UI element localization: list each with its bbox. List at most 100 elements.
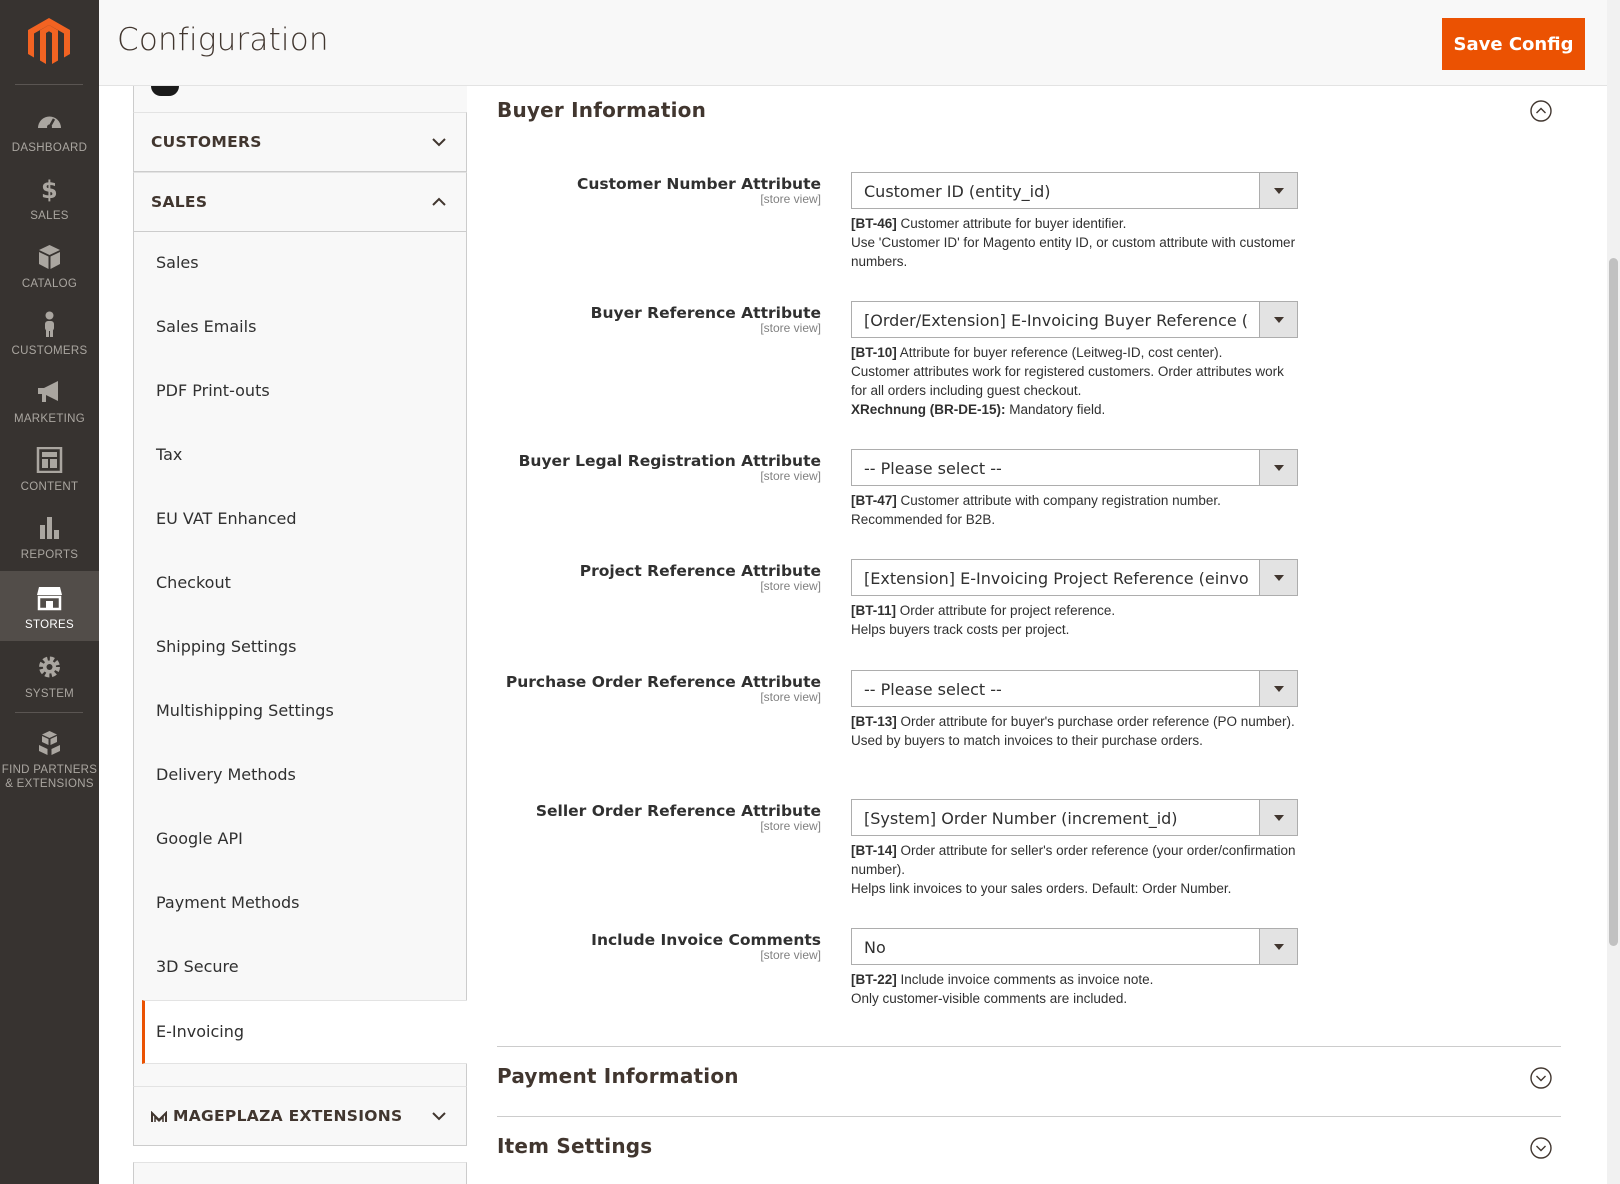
- nav-label: CUSTOMERS: [11, 345, 88, 357]
- dropdown-arrow-icon: [1259, 173, 1297, 208]
- field-note: [BT-22] Include invoice comments as invo…: [851, 970, 1298, 1008]
- tab-group-customers[interactable]: CUSTOMERS: [133, 112, 467, 172]
- note-text: Helps buyers track costs per project.: [851, 622, 1070, 637]
- note-code: [BT-13]: [851, 714, 897, 729]
- buyer-reference-attribute-select[interactable]: [Order/Extension] E-Invoicing Buyer Refe…: [851, 301, 1298, 338]
- scrollbar-thumb[interactable]: [1609, 258, 1618, 946]
- tab-item-payment-methods[interactable]: Payment Methods: [134, 872, 466, 936]
- tab-group-title: MAGEPLAZA EXTENSIONS: [151, 1107, 403, 1125]
- tab-group-mageplaza-extensions[interactable]: MAGEPLAZA EXTENSIONS: [133, 1086, 467, 1146]
- tab-item-sales[interactable]: Sales: [134, 232, 466, 296]
- purchase-order-reference-attribute-select[interactable]: -- Please select --: [851, 670, 1298, 707]
- tab-item-label: Sales Emails: [156, 317, 257, 336]
- tab-group-sales[interactable]: SALES: [133, 172, 467, 232]
- field-label: Buyer Reference Attribute: [590, 304, 821, 322]
- note-code: XRechnung (BR-DE-15):: [851, 402, 1006, 417]
- tab-item-pdf-printouts[interactable]: PDF Print-outs: [134, 360, 466, 424]
- note-text: Include invoice comments as invoice note…: [896, 972, 1154, 987]
- field-scope: [store view]: [760, 690, 821, 704]
- select-value: [System] Order Number (increment_id): [864, 809, 1178, 828]
- expand-icon[interactable]: [1530, 1067, 1552, 1089]
- config-tabs: CUSTOMERS SALES Sales Sales Emails PDF P…: [133, 86, 467, 1184]
- note-code: [BT-47]: [851, 493, 897, 508]
- tab-item-eu-vat-enhanced[interactable]: EU VAT Enhanced: [134, 488, 466, 552]
- section-title-item-settings[interactable]: Item Settings: [497, 1134, 652, 1158]
- nav-label: DASHBOARD: [11, 142, 88, 154]
- page-header: Configuration Save Config: [99, 0, 1607, 86]
- nav-label: FIND PARTNERS & EXTENSIONS: [0, 763, 99, 791]
- tab-item-checkout[interactable]: Checkout: [134, 552, 466, 616]
- tab-item-label: Payment Methods: [156, 893, 300, 912]
- tab-item-label: Delivery Methods: [156, 765, 296, 784]
- select-value: [Order/Extension] E-Invoicing Buyer Refe…: [864, 311, 1249, 330]
- field-label: Buyer Legal Registration Attribute: [518, 452, 821, 470]
- note-text: Customer attributes work for registered …: [851, 364, 1284, 398]
- field-scope: [store view]: [760, 321, 821, 335]
- customer-number-attribute-select[interactable]: Customer ID (entity_id): [851, 172, 1298, 209]
- note-text: Order attribute for buyer's purchase ord…: [896, 714, 1295, 729]
- tab-item-label: PDF Print-outs: [156, 381, 270, 400]
- field-note: [BT-14] Order attribute for seller's ord…: [851, 841, 1298, 898]
- include-invoice-comments-select[interactable]: No: [851, 928, 1298, 965]
- note-code: [BT-22]: [851, 972, 897, 987]
- nav-item-customers[interactable]: CUSTOMERS: [0, 297, 99, 367]
- nav-item-sales[interactable]: $ SALES: [0, 162, 99, 232]
- section-title-buyer-information[interactable]: Buyer Information: [497, 98, 706, 122]
- nav-item-system[interactable]: SYSTEM: [0, 640, 99, 710]
- bar-chart-icon: [40, 517, 59, 539]
- field-scope: [store view]: [760, 192, 821, 206]
- tab-item-label: 3D Secure: [156, 957, 239, 976]
- tab-item-sales-emails[interactable]: Sales Emails: [134, 296, 466, 360]
- buyer-legal-registration-attribute-select[interactable]: -- Please select --: [851, 449, 1298, 486]
- seller-order-reference-attribute-select[interactable]: [System] Order Number (increment_id): [851, 799, 1298, 836]
- section-title-payment-information[interactable]: Payment Information: [497, 1064, 739, 1088]
- tab-item-shipping-settings[interactable]: Shipping Settings: [134, 616, 466, 680]
- admin-menu: DASHBOARD $ SALES CATALOG CUSTOMERS MARK…: [0, 0, 99, 1184]
- tab-item-label: Shipping Settings: [156, 637, 297, 656]
- mageplaza-logo-icon: [151, 1110, 167, 1122]
- nav-item-dashboard[interactable]: DASHBOARD: [0, 94, 99, 164]
- field-note: [BT-46] Customer attribute for buyer ide…: [851, 214, 1298, 271]
- tab-item-e-invoicing[interactable]: E-Invoicing: [142, 1000, 467, 1064]
- project-reference-attribute-select[interactable]: [Extension] E-Invoicing Project Referenc…: [851, 559, 1298, 596]
- nav-item-content[interactable]: CONTENT: [0, 433, 99, 503]
- tab-item-google-api[interactable]: Google API: [134, 808, 466, 872]
- field-note: [BT-47] Customer attribute with company …: [851, 491, 1298, 529]
- note-text: Mandatory field.: [1005, 402, 1106, 417]
- tab-item-label: Checkout: [156, 573, 231, 592]
- tab-item-3d-secure[interactable]: 3D Secure: [134, 936, 466, 1000]
- section-divider: [497, 1046, 1561, 1047]
- field-label: Purchase Order Reference Attribute: [505, 673, 821, 691]
- tab-item-multishipping-settings[interactable]: Multishipping Settings: [134, 680, 466, 744]
- tab-item-label: Sales: [156, 253, 199, 272]
- dollar-icon: $: [41, 176, 58, 202]
- boxes-icon: [39, 731, 60, 755]
- nav-divider: [15, 712, 83, 713]
- dropdown-arrow-icon: [1259, 560, 1297, 595]
- nav-label-line: & EXTENSIONS: [5, 778, 94, 790]
- tab-group-partial-bottom[interactable]: [133, 1162, 467, 1184]
- sales-tab-list: Sales Sales Emails PDF Print-outs Tax EU…: [133, 232, 467, 1104]
- note-text: Helps link invoices to your sales orders…: [851, 881, 1232, 896]
- dashboard-icon: [38, 116, 61, 130]
- nav-item-catalog[interactable]: CATALOG: [0, 230, 99, 300]
- expand-icon[interactable]: [1530, 1137, 1552, 1159]
- collapse-icon[interactable]: [1530, 100, 1552, 122]
- nav-item-stores[interactable]: STORES: [0, 571, 99, 641]
- nav-item-reports[interactable]: REPORTS: [0, 501, 99, 571]
- save-config-button[interactable]: Save Config: [1442, 18, 1585, 70]
- tab-item-label: Tax: [156, 445, 183, 464]
- dropdown-arrow-icon: [1259, 671, 1297, 706]
- note-text: Only customer-visible comments are inclu…: [851, 991, 1128, 1006]
- tab-group-partial: [133, 86, 467, 112]
- tab-item-label: E-Invoicing: [156, 1022, 244, 1041]
- megaphone-icon: [38, 381, 58, 402]
- tab-group-title: SALES: [151, 193, 208, 211]
- tab-item-tax[interactable]: Tax: [134, 424, 466, 488]
- tab-item-delivery-methods[interactable]: Delivery Methods: [134, 744, 466, 808]
- note-text: Use 'Customer ID' for Magento entity ID,…: [851, 235, 1296, 269]
- nav-item-find-partners[interactable]: FIND PARTNERS & EXTENSIONS: [0, 716, 99, 791]
- magento-logo-icon[interactable]: [28, 18, 70, 66]
- nav-item-marketing[interactable]: MARKETING: [0, 365, 99, 435]
- field-note: [BT-11] Order attribute for project refe…: [851, 601, 1298, 639]
